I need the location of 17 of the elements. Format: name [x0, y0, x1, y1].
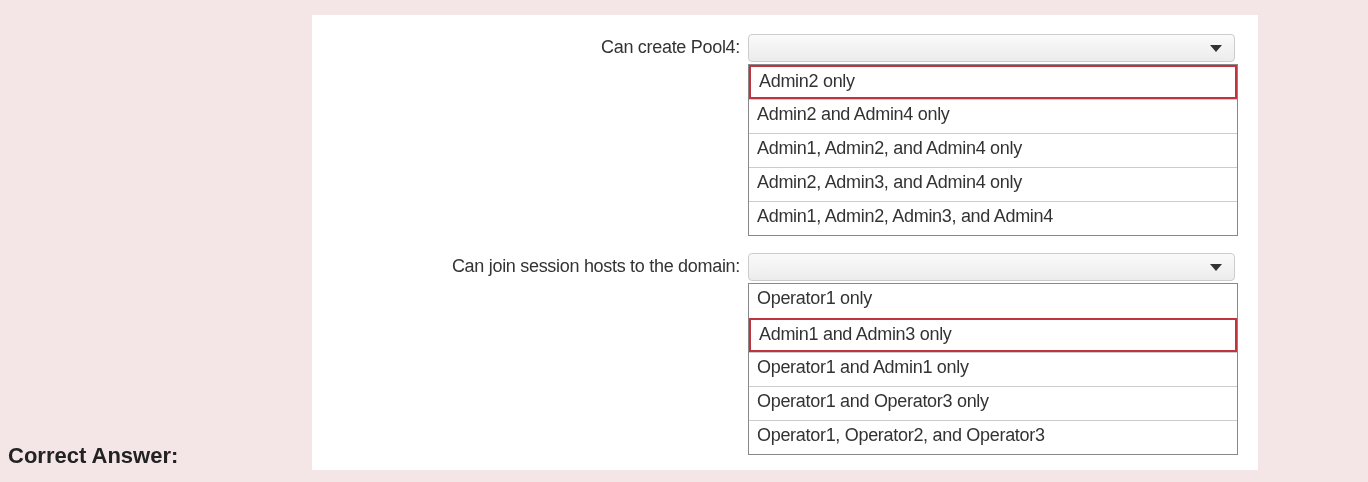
dropdown[interactable] — [748, 34, 1235, 62]
caret-icon — [1210, 263, 1222, 271]
answer-label: Correct Answer: — [8, 443, 179, 469]
dropdown[interactable] — [748, 253, 1235, 281]
dropdown-option[interactable]: Admin2, Admin3, and Admin4 only — [749, 167, 1237, 201]
dropdown-option[interactable]: Operator1 and Operator3 only — [749, 386, 1237, 420]
dropdown-option[interactable]: Admin1 and Admin3 only — [749, 318, 1237, 352]
question-label: Can join session hosts to the domain: — [450, 255, 741, 278]
dropdown-option[interactable]: Operator1, Operator2, and Operator3 — [749, 420, 1237, 454]
dropdown-option[interactable]: Operator1 and Admin1 only — [749, 352, 1237, 386]
dropdown-option[interactable]: Admin2 only — [749, 65, 1237, 99]
dropdown-option[interactable]: Admin1, Admin2, Admin3, and Admin4 — [749, 201, 1237, 235]
dropdown-option[interactable]: Admin2 and Admin4 only — [749, 99, 1237, 133]
dropdown-option[interactable]: Operator1 only — [749, 284, 1237, 318]
caret-icon — [1210, 44, 1222, 52]
question-label: Can create Pool4: — [600, 36, 741, 59]
dropdown-option[interactable]: Admin1, Admin2, and Admin4 only — [749, 133, 1237, 167]
